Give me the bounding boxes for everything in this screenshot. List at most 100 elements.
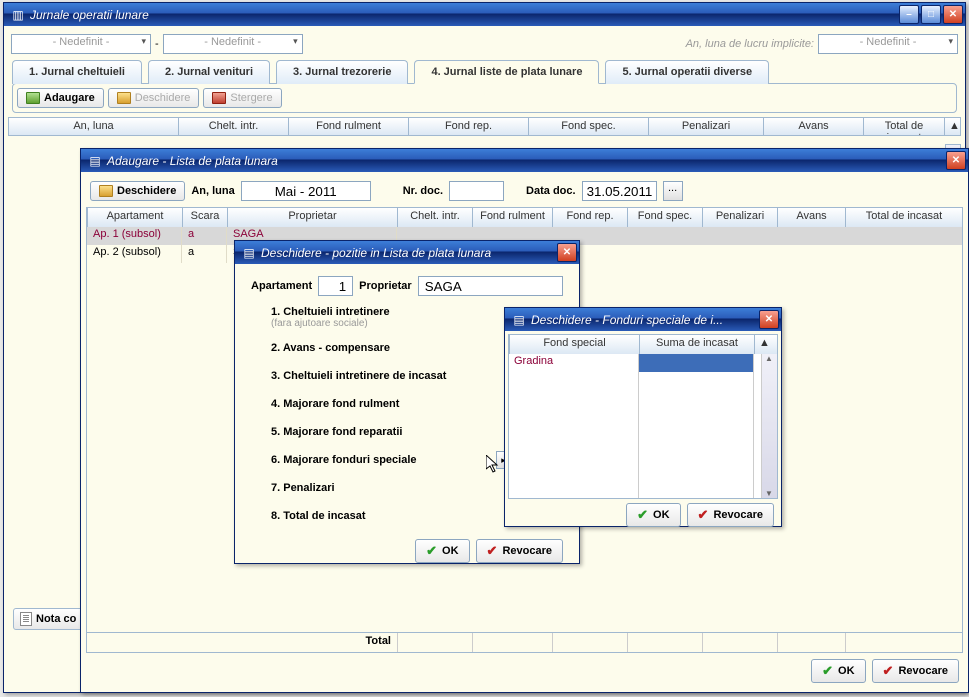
- add-ok-button[interactable]: ✔OK: [811, 659, 865, 683]
- anluna-label: An, luna: [191, 185, 234, 197]
- default-period-combo[interactable]: - Nedefinit -: [818, 34, 958, 54]
- check-icon: ✔: [883, 663, 894, 679]
- funds-grid-body[interactable]: Gradina: [509, 354, 761, 498]
- funds-vscrollbar[interactable]: [761, 354, 777, 498]
- acol-total[interactable]: Total de incasat: [845, 208, 962, 227]
- table-row[interactable]: [509, 462, 761, 480]
- nrdoc-input[interactable]: [449, 181, 504, 201]
- tab-diverse[interactable]: 5. Jurnal operatii diverse: [605, 60, 769, 84]
- position-ok-button[interactable]: ✔OK: [415, 539, 469, 563]
- app-icon: ▥: [10, 7, 26, 23]
- month-combo[interactable]: - Nedefinit -: [163, 34, 303, 54]
- nrdoc-label: Nr. doc.: [403, 185, 443, 197]
- tab-cheltuieli[interactable]: 1. Jurnal cheltuieli: [12, 60, 142, 84]
- col-fondrep[interactable]: Fond rep.: [408, 118, 528, 135]
- acol-penalizari[interactable]: Penalizari: [702, 208, 777, 227]
- col-total[interactable]: Total de incasat: [863, 118, 944, 135]
- col-cheltintr[interactable]: Chelt. intr.: [178, 118, 288, 135]
- position-footer: ✔OK ✔Revocare: [243, 535, 571, 567]
- delete-button[interactable]: Stergere: [203, 88, 281, 108]
- folder-delete-icon: [212, 92, 226, 104]
- fcol-suma[interactable]: Suma de incasat: [639, 335, 754, 354]
- year-combo[interactable]: - Nedefinit -: [11, 34, 151, 54]
- minimize-button[interactable]: –: [899, 5, 919, 24]
- funds-grid-header: Fond special Suma de incasat ▲: [509, 335, 777, 354]
- add-toolbar: Deschidere An, luna Nr. doc. Data doc. .…: [86, 177, 963, 205]
- acol-fondrep[interactable]: Fond rep.: [552, 208, 627, 227]
- datadoc-label: Data doc.: [526, 185, 576, 197]
- check-icon: ✔: [487, 543, 498, 559]
- funds-close-button[interactable]: ✕: [759, 310, 779, 329]
- tab-trezorerie[interactable]: 3. Jurnal trezorerie: [276, 60, 408, 84]
- funds-footer: ✔OK ✔Revocare: [508, 499, 778, 531]
- col-avans[interactable]: Avans: [763, 118, 863, 135]
- funds-ok-button[interactable]: ✔OK: [626, 503, 680, 527]
- close-button[interactable]: ✕: [943, 5, 963, 24]
- add-titlebar[interactable]: ▤ Adaugare - Lista de plata lunara ✕: [81, 149, 968, 172]
- tabs: 1. Jurnal cheltuieli 2. Jurnal venituri …: [8, 60, 961, 84]
- col-anluna[interactable]: An, luna: [8, 118, 178, 135]
- table-row[interactable]: Gradina: [509, 354, 761, 372]
- open-button[interactable]: Deschidere: [108, 88, 200, 108]
- col-fondspec[interactable]: Fond spec.: [528, 118, 648, 135]
- position-top: Apartament Proprietar: [251, 276, 563, 296]
- doc-icon: ▤: [511, 312, 527, 328]
- folder-add-icon: [26, 92, 40, 104]
- table-row[interactable]: [509, 426, 761, 444]
- funds-title: Deschidere - Fonduri speciale de i...: [531, 313, 759, 327]
- table-row[interactable]: [509, 480, 761, 498]
- default-period-label: An, luna de lucru implicite:: [686, 38, 814, 50]
- folder-open-icon: [99, 185, 113, 197]
- add-open-button[interactable]: Deschidere: [90, 181, 185, 201]
- funds-cancel-button[interactable]: ✔Revocare: [687, 503, 774, 527]
- check-icon: ✔: [698, 507, 709, 523]
- table-row[interactable]: [509, 372, 761, 390]
- add-footer: ✔OK ✔Revocare: [86, 655, 963, 687]
- datadoc-picker[interactable]: ...: [663, 181, 683, 201]
- filter-row: - Nedefinit - - - Nedefinit - An, luna d…: [8, 30, 961, 58]
- check-icon: ✔: [822, 663, 833, 679]
- acol-scara[interactable]: Scara: [182, 208, 227, 227]
- main-grid-header: An, luna Chelt. intr. Fond rulment Fond …: [8, 117, 961, 136]
- add-total-row: Total: [87, 632, 962, 652]
- add-title: Adaugare - Lista de plata lunara: [107, 154, 946, 168]
- position-titlebar[interactable]: ▤ Deschidere - pozitie in Lista de plata…: [235, 241, 579, 264]
- funds-window: ▤ Deschidere - Fonduri speciale de i... …: [504, 307, 782, 527]
- note-button[interactable]: Nota co: [13, 608, 83, 630]
- position-cancel-button[interactable]: ✔Revocare: [476, 539, 563, 563]
- table-row[interactable]: [509, 408, 761, 426]
- datadoc-input[interactable]: [582, 181, 657, 201]
- add-cancel-button[interactable]: ✔Revocare: [872, 659, 959, 683]
- acol-fondrulment[interactable]: Fond rulment: [472, 208, 552, 227]
- table-row[interactable]: [509, 390, 761, 408]
- add-close-button[interactable]: ✕: [946, 151, 966, 170]
- apartament-input[interactable]: [318, 276, 353, 296]
- acol-proprietar[interactable]: Proprietar: [227, 208, 397, 227]
- tab-venituri[interactable]: 2. Jurnal venituri: [148, 60, 270, 84]
- acol-avans[interactable]: Avans: [777, 208, 845, 227]
- tab-liste-plata[interactable]: 4. Jurnal liste de plata lunare: [414, 60, 599, 84]
- anluna-input[interactable]: [241, 181, 371, 201]
- funds-titlebar[interactable]: ▤ Deschidere - Fonduri speciale de i... …: [505, 308, 781, 331]
- doc-icon: ▤: [87, 153, 103, 169]
- acol-cheltintr[interactable]: Chelt. intr.: [397, 208, 472, 227]
- proprietar-input[interactable]: [418, 276, 563, 296]
- crud-toolbar: Adaugare Deschidere Stergere: [12, 83, 957, 113]
- acol-apartament[interactable]: Apartament: [87, 208, 182, 227]
- main-titlebar[interactable]: ▥ Jurnale operatii lunare – □ ✕: [4, 3, 965, 26]
- fcol-sb: ▲: [754, 335, 770, 354]
- add-grid-header: Apartament Scara Proprietar Chelt. intr.…: [87, 208, 962, 227]
- dash: -: [155, 38, 159, 50]
- main-title: Jurnale operatii lunare: [30, 8, 899, 22]
- acol-fondspec[interactable]: Fond spec.: [627, 208, 702, 227]
- fcol-fond[interactable]: Fond special: [509, 335, 639, 354]
- table-row[interactable]: [509, 444, 761, 462]
- add-button[interactable]: Adaugare: [17, 88, 104, 108]
- col-penalizari[interactable]: Penalizari: [648, 118, 763, 135]
- position-close-button[interactable]: ✕: [557, 243, 577, 262]
- col-scroll-head: ▲: [944, 118, 960, 135]
- check-icon: ✔: [637, 507, 648, 523]
- maximize-button[interactable]: □: [921, 5, 941, 24]
- folder-open-icon: [117, 92, 131, 104]
- col-fondrulment[interactable]: Fond rulment: [288, 118, 408, 135]
